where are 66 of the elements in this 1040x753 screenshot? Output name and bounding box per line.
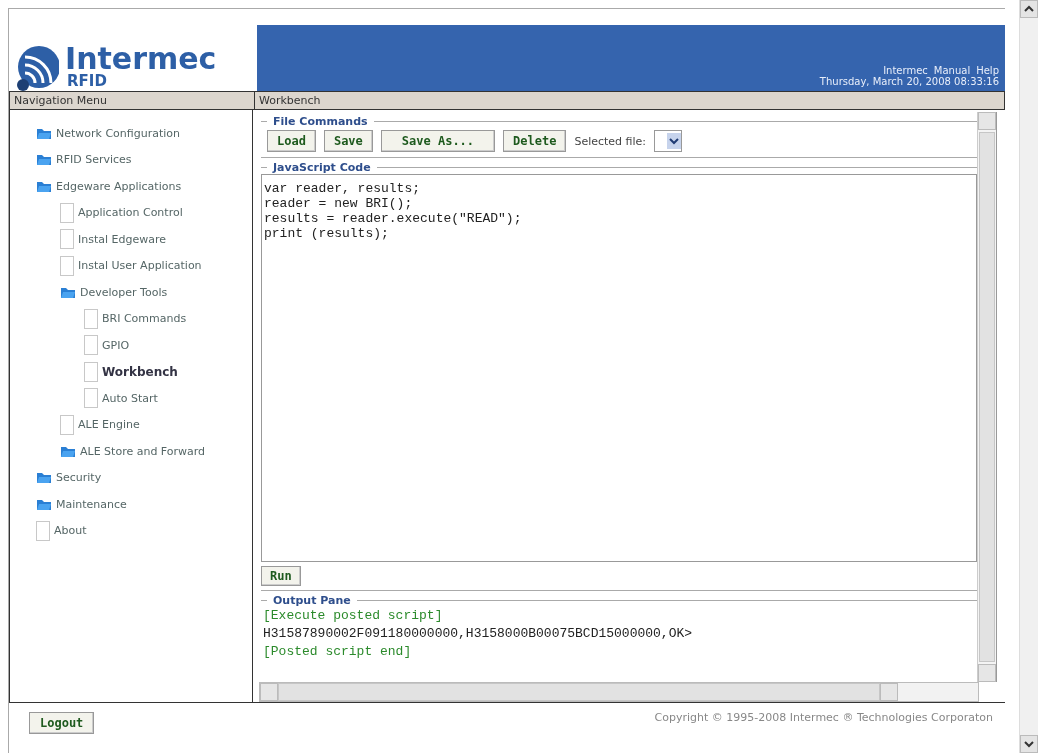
nav-item[interactable]: Instal Edgeware: [78, 232, 167, 246]
page-icon: [36, 520, 50, 541]
logout-button[interactable]: Logout: [29, 712, 95, 734]
nav-item[interactable]: GPIO: [102, 338, 130, 352]
code-line: var reader, results;: [264, 181, 422, 196]
date-time: Thursday, March 20, 2008 08:33:16: [819, 76, 999, 87]
page-icon: [84, 308, 98, 329]
logo-name: Intermec: [65, 44, 217, 74]
scroll-up-icon[interactable]: [1020, 0, 1038, 18]
nav-item[interactable]: Developer Tools: [80, 285, 168, 299]
horizontal-scrollbar[interactable]: [259, 682, 979, 702]
header-link[interactable]: Intermec: [883, 65, 928, 76]
logo-subtitle: RFID: [66, 74, 108, 91]
nav-item[interactable]: ALE Store and Forward: [80, 444, 206, 458]
folder-icon: [36, 471, 52, 485]
nav-item[interactable]: Edgeware Applications: [56, 179, 182, 193]
nav-item[interactable]: RFID Services: [56, 153, 132, 167]
section-legend: File Commands: [273, 115, 368, 128]
file-button[interactable]: Save As...: [380, 130, 496, 152]
nav-item[interactable]: Auto Start: [102, 391, 158, 405]
folder-icon: [36, 497, 52, 511]
section-legend: Output Pane: [273, 594, 351, 607]
section-legend: JavaScript Code: [273, 161, 371, 174]
output-line: H31587890002F091180000000,H3158000B00075BCD15000000,OK>: [263, 625, 694, 643]
file-dropdown[interactable]: [654, 130, 683, 152]
nav-item[interactable]: Network Configuration: [56, 126, 181, 140]
page-icon: [60, 202, 74, 223]
page-icon: [84, 335, 98, 356]
file-button[interactable]: Delete: [503, 130, 567, 152]
nav-item[interactable]: Instal User Application: [78, 259, 202, 273]
folder-icon: [36, 153, 52, 167]
nav-item[interactable]: Security: [56, 471, 102, 485]
nav-item[interactable]: Maintenance: [56, 497, 127, 511]
nav-item[interactable]: Application Control: [78, 206, 183, 220]
nav-item[interactable]: Workbench: [102, 364, 178, 379]
output-line: [Execute posted script]: [263, 607, 444, 625]
pane-scrollbar[interactable]: [977, 112, 996, 682]
nav-item[interactable]: About: [54, 524, 87, 538]
run-button[interactable]: Run: [261, 566, 301, 586]
file-button[interactable]: Load: [267, 130, 316, 152]
page-icon: [84, 388, 98, 409]
file-button[interactable]: Save: [323, 130, 373, 152]
header-link[interactable]: Manual: [933, 65, 971, 76]
page-icon: [60, 255, 74, 276]
header-link[interactable]: Help: [976, 65, 999, 76]
folder-icon: [36, 126, 52, 140]
page-icon: [84, 361, 98, 382]
workbench-title: Workbench: [258, 93, 322, 109]
scroll-down-icon[interactable]: [1020, 735, 1038, 753]
nav-item[interactable]: BRI Commands: [102, 312, 187, 326]
page-icon: [60, 229, 74, 250]
folder-icon: [36, 179, 52, 193]
code-line: reader = new BRI();: [264, 196, 414, 211]
chevron-down-icon: [667, 133, 682, 149]
selected-file-label: Selected file:: [574, 134, 647, 148]
nav-menu-title: Navigation Menu: [10, 92, 255, 109]
code-line: print (results);: [264, 226, 390, 241]
code-editor[interactable]: var reader, results; reader = new BRI(); results = reader.execute("READ"); print (results);: [261, 174, 977, 562]
folder-icon: [60, 285, 76, 299]
code-line: results = reader.execute("READ");: [264, 211, 523, 226]
copyright-text: Copyright © 1995-2008 Intermec ® Technologies Corporaton: [653, 710, 994, 724]
output-line: [Posted script end]: [263, 643, 413, 661]
folder-icon: [60, 444, 76, 458]
nav-item[interactable]: ALE Engine: [78, 418, 140, 432]
page-icon: [60, 414, 74, 435]
browser-scrollbar[interactable]: [1019, 0, 1038, 753]
